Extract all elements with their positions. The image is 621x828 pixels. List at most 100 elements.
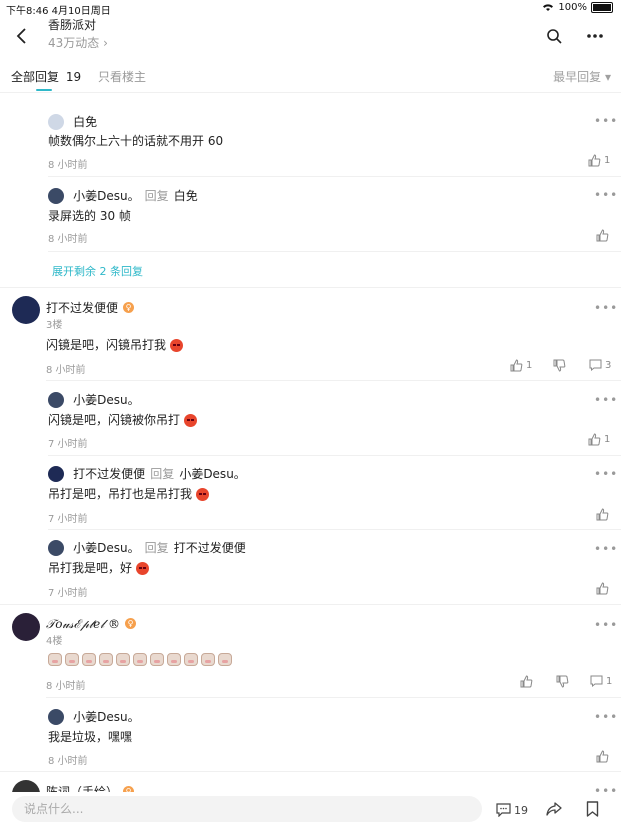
reply-target[interactable]: 白免 [174,189,198,203]
status-bar: 下午8:46 4月10日周日 100% [0,0,621,17]
floor-number: 3楼 [46,320,63,331]
tab-all-count: 19 [65,70,82,84]
reply-word: 回复 [150,467,175,481]
reply-item: 小姜Desu。 [48,706,140,725]
expand-replies-link[interactable]: 展开剩余 2 条回复 [52,263,143,279]
back-button[interactable] [8,22,36,50]
comment-bubble-icon [589,359,602,371]
reply-author[interactable]: 小姜Desu。 [73,710,139,724]
more-button[interactable] [581,22,609,50]
avatar[interactable] [48,187,64,204]
chevron-left-icon [16,28,26,44]
comments-button[interactable]: 19 [496,803,528,817]
thumb-up-icon [596,582,609,595]
share-button[interactable] [545,801,563,821]
reply-author[interactable]: 小姜Desu。 [73,393,139,407]
divider [46,697,621,698]
comment-author[interactable]: 打不过发便便 [46,301,118,315]
thumb-down-icon [553,359,566,372]
angry-emoji-icon [183,414,197,427]
reply-target[interactable]: 小姜Desu。 [179,467,245,481]
cow-emoji-icon [48,653,62,666]
like-count: 1 [604,155,611,166]
reply-word: 回复 [144,189,169,203]
page-subtitle-link[interactable]: 43万动态 › [48,34,108,51]
dislike-button[interactable] [553,359,566,372]
comment-more-button[interactable]: ••• [594,618,618,632]
reply-count-button[interactable]: 1 [590,675,612,687]
reply-time: 7 小时前 [48,439,88,450]
cow-emoji-icon [150,653,164,666]
like-button[interactable]: 1 [510,359,532,372]
tab-bar: 全部回复 19 只看楼主 最早回复 ▾ [0,58,621,93]
comment-more-button[interactable]: ••• [594,301,618,315]
divider [48,176,621,177]
cow-emoji-icon [184,653,198,666]
cow-emoji-icon [65,653,79,666]
sort-dropdown[interactable]: 最早回复 ▾ [553,68,611,85]
level-badge-icon: ♀ [123,302,135,313]
reply-text: 录屏选的 30 帧 [48,209,131,223]
floor-number: 4楼 [46,636,63,647]
reply-author[interactable]: 小姜Desu。 [73,541,139,555]
reply-more-button[interactable]: ••• [594,114,618,128]
thumb-up-icon [520,675,533,688]
reply-target[interactable]: 打不过发便便 [174,541,246,555]
reply-text-content: 闪镜是吧，闪镜被你吊打 [48,413,181,427]
reply-more-button[interactable]: ••• [594,710,618,724]
comment-time: 8 小时前 [46,365,86,376]
reply-time: 7 小时前 [48,588,88,599]
avatar[interactable] [12,613,40,641]
thumb-down-icon [556,675,569,688]
comment-input[interactable]: 说点什么... [12,796,482,822]
reply-time: 8 小时前 [48,756,88,767]
avatar[interactable] [48,391,64,408]
divider [0,604,621,605]
like-button[interactable] [596,508,609,521]
bottom-bar: 说点什么... 19 [0,792,621,828]
reply-item: 小姜Desu。 回复 打不过发便便 [48,537,246,556]
like-count: 1 [526,360,533,371]
comment-text-content: 闪镜是吧，闪镜吊打我 [46,338,167,352]
angry-emoji-icon [135,562,149,575]
dislike-button[interactable] [556,675,569,688]
like-button[interactable] [520,675,533,688]
divider [48,455,621,456]
comment-bubble-icon [590,675,603,687]
reply-item: 小姜Desu。 回复 白免 [48,185,198,204]
tab-owner-only[interactable]: 只看楼主 [98,68,146,85]
avatar[interactable] [48,708,64,725]
reply-text: 帧数偶尔上六十的话就不用开 60 [48,134,224,148]
search-button[interactable] [540,22,568,50]
reply-word: 回复 [144,541,169,555]
divider [46,380,621,381]
like-button[interactable] [596,229,609,242]
more-dots-icon [587,34,603,38]
bookmark-button[interactable] [586,801,599,821]
reply-count-button[interactable]: 3 [589,359,611,371]
reply-more-button[interactable]: ••• [594,188,618,202]
comment-time: 8 小时前 [46,681,86,692]
reply-more-button[interactable]: ••• [594,467,618,481]
like-button[interactable]: 1 [588,433,610,446]
avatar[interactable] [48,465,64,482]
avatar[interactable] [12,296,40,324]
cow-emoji-icon [133,653,147,666]
thumb-up-icon [588,154,601,167]
divider [48,529,621,530]
reply-more-button[interactable]: ••• [594,542,618,556]
reply-author[interactable]: 打不过发便便 [73,467,145,481]
like-button[interactable] [596,582,609,595]
reply-author[interactable]: 白免 [73,115,97,129]
reply-author[interactable]: 小姜Desu。 [73,189,139,203]
reply-item: 白免 [48,111,97,130]
battery-icon [591,2,613,13]
like-button[interactable]: 1 [588,154,610,167]
avatar[interactable] [48,113,64,130]
comment-author[interactable]: 𝒯𝑜𝓊𝓈ℰ𝓅𝓉𝑒𝓁 ® [46,617,120,631]
reply-more-button[interactable]: ••• [594,393,618,407]
tab-all-replies[interactable]: 全部回复 19 [11,68,81,85]
avatar[interactable] [48,539,64,556]
like-button[interactable] [596,750,609,763]
thumb-up-icon [596,750,609,763]
